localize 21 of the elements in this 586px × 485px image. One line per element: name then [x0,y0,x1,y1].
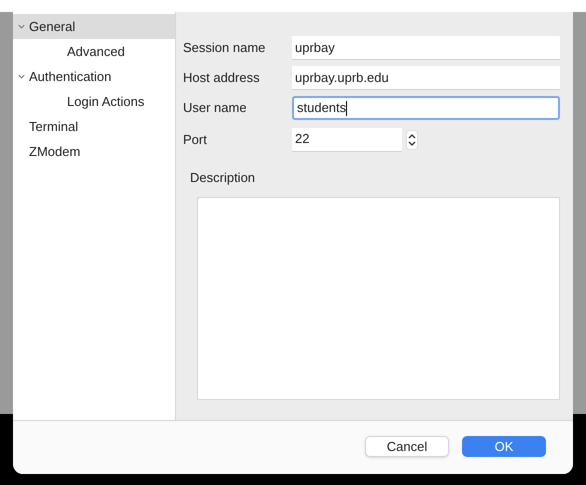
input-field[interactable]: uprbay [292,36,560,60]
sidebar-item[interactable]: ZModem [13,139,175,164]
field-label: Description [190,169,256,187]
field-label: Session name [183,39,266,58]
stepper-icon[interactable] [406,130,418,150]
sidebar-item[interactable]: Terminal [13,114,175,139]
field-label: User name [183,99,248,118]
field-label: Port [183,130,208,149]
input-field[interactable]: uprbay.uprb.edu [292,66,560,90]
cancel-button[interactable]: Cancel [365,436,449,457]
chevron-icon[interactable] [17,22,26,31]
description-field[interactable] [197,196,560,400]
sidebar-item[interactable]: Authentication [13,64,175,89]
sidebar-item[interactable]: Login Actions [13,89,175,114]
field-label: Host address [183,69,261,88]
input-field[interactable]: students [292,96,560,120]
sidebar-item[interactable]: Advanced [13,39,175,64]
sidebar-item[interactable]: General [13,14,175,39]
ok-button[interactable]: OK [462,436,546,457]
port-field[interactable]: 22 [292,128,402,152]
chevron-icon[interactable] [17,72,26,81]
